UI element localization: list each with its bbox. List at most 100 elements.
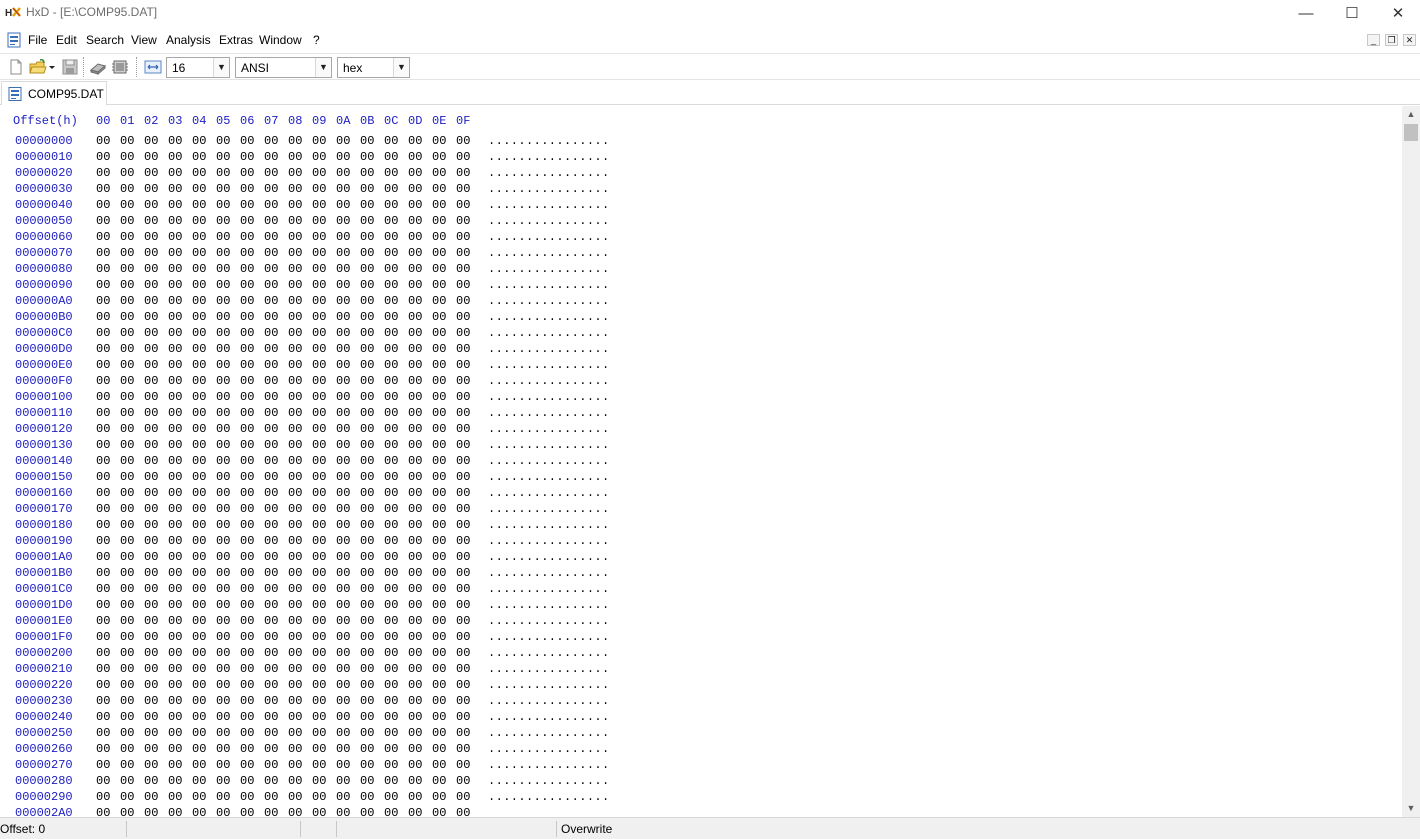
hex-byte[interactable]: 00 [360, 806, 380, 817]
hex-byte[interactable]: 00 [432, 518, 452, 532]
hex-byte[interactable]: 00 [288, 310, 308, 324]
hex-byte[interactable]: 00 [360, 710, 380, 724]
hex-editor-view[interactable]: Offset(h) 00 01 02 03 04 05 06 07 08 09 0A 0B 0C 0D 0E… [0, 106, 1402, 817]
menu-view[interactable]: View [131, 33, 157, 47]
menu-window[interactable]: Window [259, 33, 302, 47]
hex-byte[interactable]: 00 [120, 806, 140, 817]
hex-byte[interactable]: 00 [336, 262, 356, 276]
hex-byte[interactable]: 00 [360, 726, 380, 740]
hex-byte[interactable]: 00 [168, 582, 188, 596]
hex-byte[interactable]: 00 [384, 790, 404, 804]
scroll-up-arrow-icon[interactable]: ▲ [1402, 106, 1420, 123]
hex-byte[interactable]: 00 [384, 278, 404, 292]
hex-row[interactable]: 000001C0 00 00 00 00 00 00 00 00 00 00 00 00 00 00 00 00… [0, 582, 1402, 598]
hex-byte[interactable]: 00 [384, 550, 404, 564]
hex-byte[interactable]: 00 [288, 134, 308, 148]
decoded-text[interactable]: ................ [488, 406, 610, 420]
hex-byte[interactable]: 00 [432, 742, 452, 756]
hex-byte[interactable]: 00 [144, 470, 164, 484]
hex-byte[interactable]: 00 [312, 726, 332, 740]
hex-byte[interactable]: 00 [216, 550, 236, 564]
hex-byte[interactable]: 00 [144, 742, 164, 756]
hex-byte[interactable]: 00 [408, 598, 428, 612]
hex-byte[interactable]: 00 [360, 598, 380, 612]
hex-byte[interactable]: 00 [432, 582, 452, 596]
hex-byte[interactable]: 00 [144, 806, 164, 817]
hex-byte[interactable]: 00 [432, 774, 452, 788]
hex-byte[interactable]: 00 [120, 790, 140, 804]
hex-byte[interactable]: 00 [384, 614, 404, 628]
hex-byte[interactable]: 00 [216, 486, 236, 500]
hex-byte[interactable]: 00 [288, 630, 308, 644]
hex-byte[interactable]: 00 [144, 406, 164, 420]
hex-row[interactable]: 000000F0 00 00 00 00 00 00 00 00 00 00 00 00 00 00 00 00… [0, 374, 1402, 390]
hex-byte[interactable]: 00 [360, 294, 380, 308]
hex-byte[interactable]: 00 [264, 454, 284, 468]
hex-byte[interactable]: 00 [336, 326, 356, 340]
hex-byte[interactable]: 00 [120, 262, 140, 276]
hex-byte[interactable]: 00 [360, 198, 380, 212]
hex-byte[interactable]: 00 [216, 182, 236, 196]
hex-byte[interactable]: 00 [240, 694, 260, 708]
hex-byte[interactable]: 00 [144, 582, 164, 596]
hex-byte[interactable]: 00 [120, 710, 140, 724]
hex-byte[interactable]: 00 [360, 278, 380, 292]
hex-byte[interactable]: 00 [216, 406, 236, 420]
decoded-text[interactable]: ................ [488, 246, 610, 260]
hex-byte[interactable]: 00 [360, 406, 380, 420]
hex-byte[interactable]: 00 [408, 486, 428, 500]
hex-byte[interactable]: 00 [264, 198, 284, 212]
hex-byte[interactable]: 00 [216, 246, 236, 260]
hex-byte[interactable]: 00 [456, 198, 476, 212]
close-button[interactable]: ✕ [1375, 0, 1420, 26]
hex-byte[interactable]: 00 [456, 806, 476, 817]
hex-row[interactable]: 00000160 00 00 00 00 00 00 00 00 00 00 00 00 00 00 00 00… [0, 486, 1402, 502]
hex-byte[interactable]: 00 [456, 406, 476, 420]
hex-byte[interactable]: 00 [144, 326, 164, 340]
hex-byte[interactable]: 00 [168, 294, 188, 308]
hex-byte[interactable]: 00 [120, 134, 140, 148]
hex-byte[interactable]: 00 [120, 166, 140, 180]
hex-byte[interactable]: 00 [96, 662, 116, 676]
hex-byte[interactable]: 00 [96, 502, 116, 516]
hex-byte[interactable]: 00 [456, 182, 476, 196]
hex-byte[interactable]: 00 [432, 758, 452, 772]
decoded-text[interactable]: ................ [488, 566, 610, 580]
hex-byte[interactable]: 00 [264, 662, 284, 676]
hex-byte[interactable]: 00 [216, 358, 236, 372]
decoded-text[interactable]: ................ [488, 470, 610, 484]
hex-byte[interactable]: 00 [384, 374, 404, 388]
hex-byte[interactable]: 00 [312, 534, 332, 548]
hex-byte[interactable]: 00 [336, 518, 356, 532]
hex-byte[interactable]: 00 [288, 198, 308, 212]
hex-byte[interactable]: 00 [216, 134, 236, 148]
hex-byte[interactable]: 00 [456, 518, 476, 532]
hex-byte[interactable]: 00 [336, 710, 356, 724]
hex-byte[interactable]: 00 [144, 614, 164, 628]
hex-byte[interactable]: 00 [192, 134, 212, 148]
hex-byte[interactable]: 00 [360, 774, 380, 788]
hex-byte[interactable]: 00 [432, 342, 452, 356]
hex-byte[interactable]: 00 [360, 742, 380, 756]
hex-byte[interactable]: 00 [384, 310, 404, 324]
hex-byte[interactable]: 00 [144, 150, 164, 164]
hex-byte[interactable]: 00 [432, 726, 452, 740]
hex-byte[interactable]: 00 [360, 214, 380, 228]
decoded-text[interactable]: ................ [488, 630, 610, 644]
hex-byte[interactable]: 00 [384, 262, 404, 276]
hex-byte[interactable]: 00 [432, 182, 452, 196]
hex-byte[interactable]: 00 [168, 230, 188, 244]
hex-byte[interactable]: 00 [360, 150, 380, 164]
hex-byte[interactable]: 00 [288, 534, 308, 548]
hex-byte[interactable]: 00 [264, 342, 284, 356]
hex-byte[interactable]: 00 [384, 470, 404, 484]
hex-byte[interactable]: 00 [456, 582, 476, 596]
hex-byte[interactable]: 00 [408, 438, 428, 452]
hex-byte[interactable]: 00 [288, 550, 308, 564]
hex-byte[interactable]: 00 [264, 470, 284, 484]
hex-byte[interactable]: 00 [360, 262, 380, 276]
decoded-text[interactable]: ................ [488, 534, 610, 548]
hex-byte[interactable]: 00 [408, 134, 428, 148]
hex-byte[interactable]: 00 [264, 614, 284, 628]
hex-byte[interactable]: 00 [192, 550, 212, 564]
